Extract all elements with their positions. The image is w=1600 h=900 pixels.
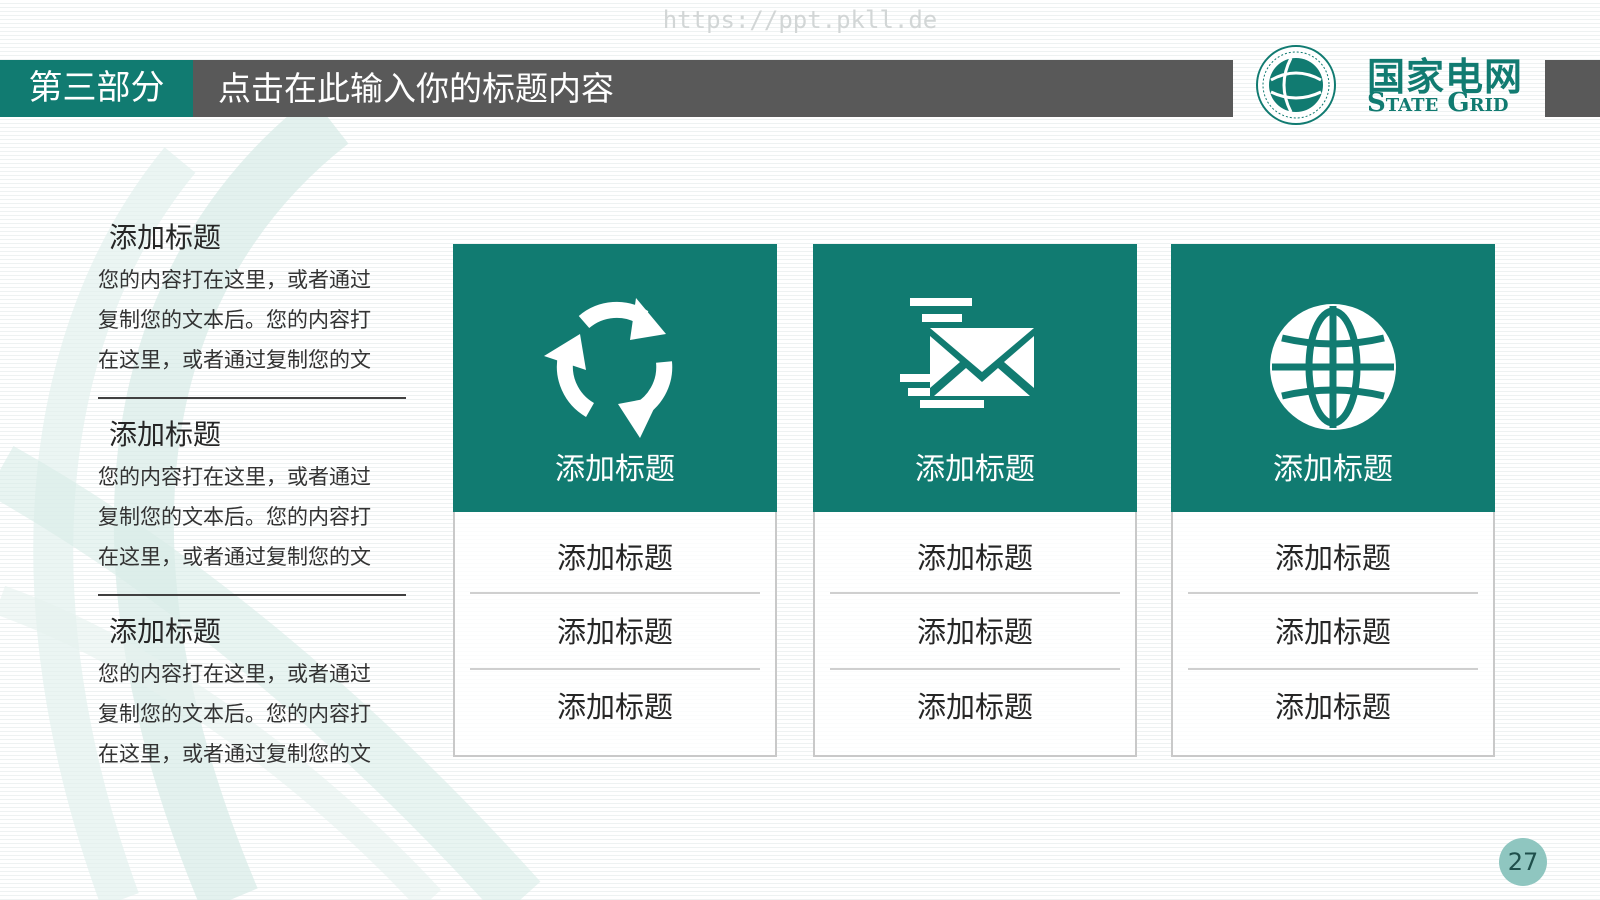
feature-card-mail: 添加标题 添加标题 添加标题 添加标题 (813, 244, 1137, 757)
logo-english-name: State Grid (1367, 88, 1509, 118)
row-divider (830, 592, 1120, 594)
left-item: 添加标题 您的内容打在这里，或者通过 复制您的文本后。您的内容打 在这里，或者通… (98, 612, 406, 809)
card-row[interactable]: 添加标题 (455, 612, 775, 652)
card-list: 添加标题 添加标题 添加标题 (1171, 512, 1495, 757)
state-grid-emblem-icon (1256, 45, 1336, 125)
left-divider (98, 594, 406, 596)
card-list: 添加标题 添加标题 添加标题 (453, 512, 777, 757)
left-item-line[interactable]: 复制您的文本后。您的内容打 (98, 302, 406, 338)
row-divider (470, 668, 760, 670)
card-row[interactable]: 添加标题 (455, 687, 775, 727)
card-header: 添加标题 (813, 244, 1137, 512)
card-title[interactable]: 添加标题 (1171, 450, 1495, 490)
card-row[interactable]: 添加标题 (815, 612, 1135, 652)
watermark-url: https://ppt.pkll.de (662, 6, 938, 34)
card-header: 添加标题 (453, 244, 777, 512)
header-tail (1545, 60, 1600, 117)
card-row[interactable]: 添加标题 (815, 538, 1135, 578)
state-grid-logo: 国家电网 State Grid (1255, 44, 1535, 125)
card-title[interactable]: 添加标题 (813, 450, 1137, 490)
left-item-line[interactable]: 您的内容打在这里，或者通过 (98, 656, 406, 692)
feature-card-recycle: 添加标题 添加标题 添加标题 添加标题 (453, 244, 777, 757)
slide-title[interactable]: 点击在此输入你的标题内容 (193, 60, 1233, 117)
left-item-line[interactable]: 在这里，或者通过复制您的文 (98, 539, 406, 575)
card-header: 添加标题 (1171, 244, 1495, 512)
left-item-line[interactable]: 复制您的文本后。您的内容打 (98, 499, 406, 535)
left-item-title[interactable]: 添加标题 (109, 415, 406, 455)
card-list: 添加标题 添加标题 添加标题 (813, 512, 1137, 757)
left-item-line[interactable]: 在这里，或者通过复制您的文 (98, 342, 406, 378)
left-text-column: 添加标题 您的内容打在这里，或者通过 复制您的文本后。您的内容打 在这里，或者通… (98, 218, 406, 809)
globe-icon (1270, 304, 1396, 430)
card-row[interactable]: 添加标题 (1173, 538, 1493, 578)
left-item-line[interactable]: 在这里，或者通过复制您的文 (98, 736, 406, 772)
page-number-badge: 27 (1499, 838, 1547, 886)
left-item-line[interactable]: 您的内容打在这里，或者通过 (98, 262, 406, 298)
mail-icon (900, 298, 1034, 408)
row-divider (1188, 668, 1478, 670)
left-divider (98, 397, 406, 399)
row-divider (470, 592, 760, 594)
card-row[interactable]: 添加标题 (815, 687, 1135, 727)
card-row[interactable]: 添加标题 (455, 538, 775, 578)
card-title[interactable]: 添加标题 (453, 450, 777, 490)
left-item: 添加标题 您的内容打在这里，或者通过 复制您的文本后。您的内容打 在这里，或者通… (98, 415, 406, 612)
left-item-title[interactable]: 添加标题 (109, 218, 406, 258)
feature-card-globe: 添加标题 添加标题 添加标题 添加标题 (1171, 244, 1495, 757)
card-row[interactable]: 添加标题 (1173, 687, 1493, 727)
left-item-line[interactable]: 您的内容打在这里，或者通过 (98, 459, 406, 495)
row-divider (830, 668, 1120, 670)
recycle-icon (544, 298, 673, 438)
section-label: 第三部分 (0, 60, 193, 117)
row-divider (1188, 592, 1478, 594)
left-item: 添加标题 您的内容打在这里，或者通过 复制您的文本后。您的内容打 在这里，或者通… (98, 218, 406, 415)
left-item-title[interactable]: 添加标题 (109, 612, 406, 652)
card-row[interactable]: 添加标题 (1173, 612, 1493, 652)
left-item-line[interactable]: 复制您的文本后。您的内容打 (98, 696, 406, 732)
